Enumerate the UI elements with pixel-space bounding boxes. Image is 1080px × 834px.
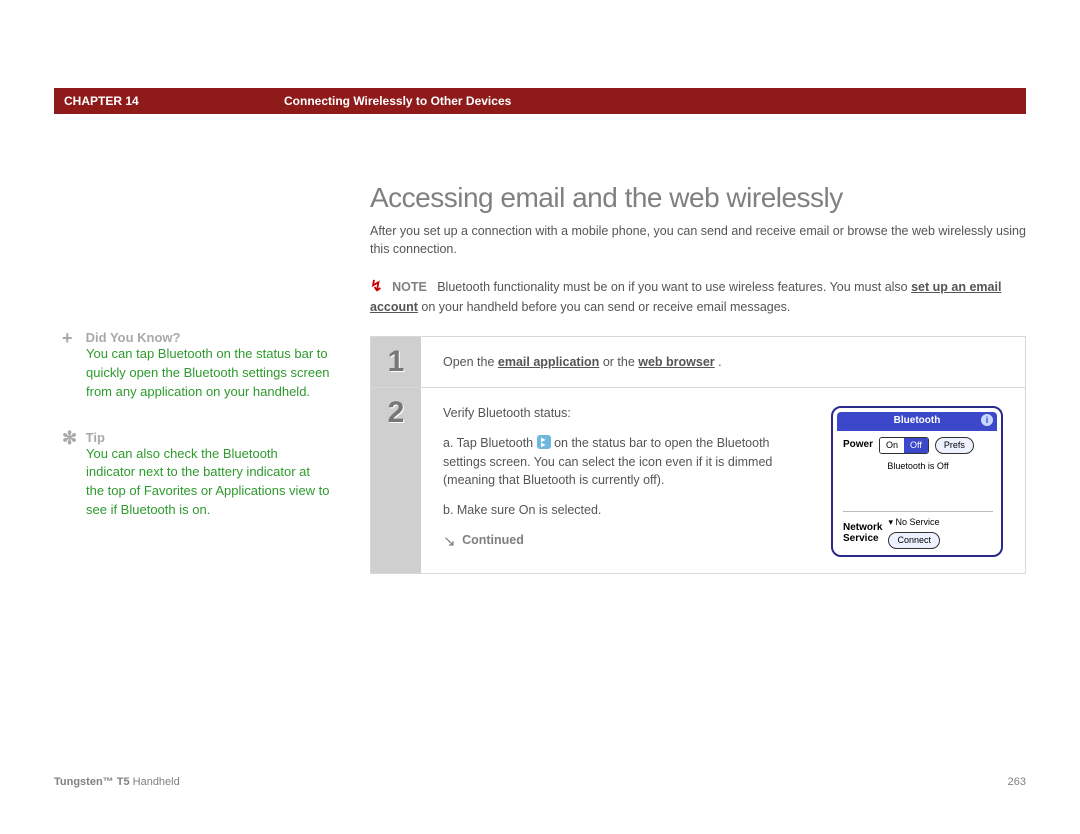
note-text-suffix: on your handheld before you can send or … — [421, 300, 790, 314]
step1-text-before: Open the — [443, 355, 498, 369]
power-on-option[interactable]: On — [880, 438, 904, 453]
step-1-number: 1 — [371, 337, 421, 387]
tip-title: Tip — [86, 430, 105, 445]
device-title-text: Bluetooth — [894, 415, 941, 426]
step-1-content: Open the email application or the web br… — [421, 337, 1025, 387]
chapter-header-bar: CHAPTER 14 Connecting Wirelessly to Othe… — [54, 88, 1026, 114]
network-service-label: NetworkService — [843, 522, 882, 544]
continued-arrow-icon: ↘ — [443, 536, 456, 548]
continued-label: Continued — [462, 533, 524, 547]
note-icon: ↯ — [370, 278, 383, 295]
page-title: Accessing email and the web wirelessly — [370, 182, 1026, 214]
chapter-label: CHAPTER 14 — [54, 94, 284, 108]
note-row: ↯ NOTE Bluetooth functionality must be o… — [370, 276, 1026, 316]
page-footer: Tungsten™ T5 Handheld 263 — [54, 776, 1026, 788]
note-label: NOTE — [392, 280, 427, 294]
tip-block: ✻ Tip You can also check the Bluetooth i… — [62, 430, 330, 520]
did-you-know-block: + Did You Know? You can tap Bluetooth on… — [62, 330, 330, 402]
product-name-bold: Tungsten™ T5 — [54, 776, 130, 788]
power-label: Power — [843, 438, 873, 453]
power-off-option[interactable]: Off — [904, 438, 928, 453]
prefs-button[interactable]: Prefs — [935, 437, 974, 454]
plus-icon: + — [62, 331, 78, 345]
power-toggle[interactable]: On Off — [879, 437, 929, 454]
step2-a-prefix: a. Tap Bluetooth — [443, 436, 537, 450]
bluetooth-status-text: Bluetooth is Off — [843, 460, 993, 473]
step2-item-a: a. Tap Bluetooth on the status bar to op… — [443, 434, 813, 488]
device-titlebar: Bluetooth i — [837, 412, 997, 431]
step-2-number: 2 — [371, 388, 421, 573]
did-you-know-body: You can tap Bluetooth on the status bar … — [62, 345, 330, 402]
intro-paragraph: After you set up a connection with a mob… — [370, 222, 1026, 258]
section-title: Connecting Wirelessly to Other Devices — [284, 94, 511, 108]
page-number: 263 — [1008, 776, 1026, 788]
web-browser-link[interactable]: web browser — [638, 355, 714, 369]
product-name-rest: Handheld — [130, 776, 180, 788]
did-you-know-title: Did You Know? — [86, 330, 181, 345]
asterisk-icon: ✻ — [62, 431, 78, 445]
tip-body: You can also check the Bluetooth indicat… — [62, 445, 330, 520]
divider — [843, 511, 993, 512]
bluetooth-icon — [537, 435, 551, 449]
service-value: ▾ No Service — [888, 517, 939, 527]
sidebar: + Did You Know? You can tap Bluetooth on… — [54, 114, 330, 548]
bluetooth-settings-screenshot: Bluetooth i Power On Off — [831, 406, 1003, 557]
note-text-prefix: Bluetooth functionality must be on if yo… — [437, 280, 911, 294]
email-application-link[interactable]: email application — [498, 355, 599, 369]
step1-text-mid: or the — [603, 355, 638, 369]
info-icon[interactable]: i — [981, 414, 993, 426]
connect-button[interactable]: Connect — [888, 532, 940, 549]
step2-item-b: b. Make sure On is selected. — [443, 501, 813, 519]
step1-text-after: . — [718, 355, 721, 369]
steps-box: 1 Open the email application or the web … — [370, 336, 1026, 574]
step2-lead: Verify Bluetooth status: — [443, 404, 813, 422]
